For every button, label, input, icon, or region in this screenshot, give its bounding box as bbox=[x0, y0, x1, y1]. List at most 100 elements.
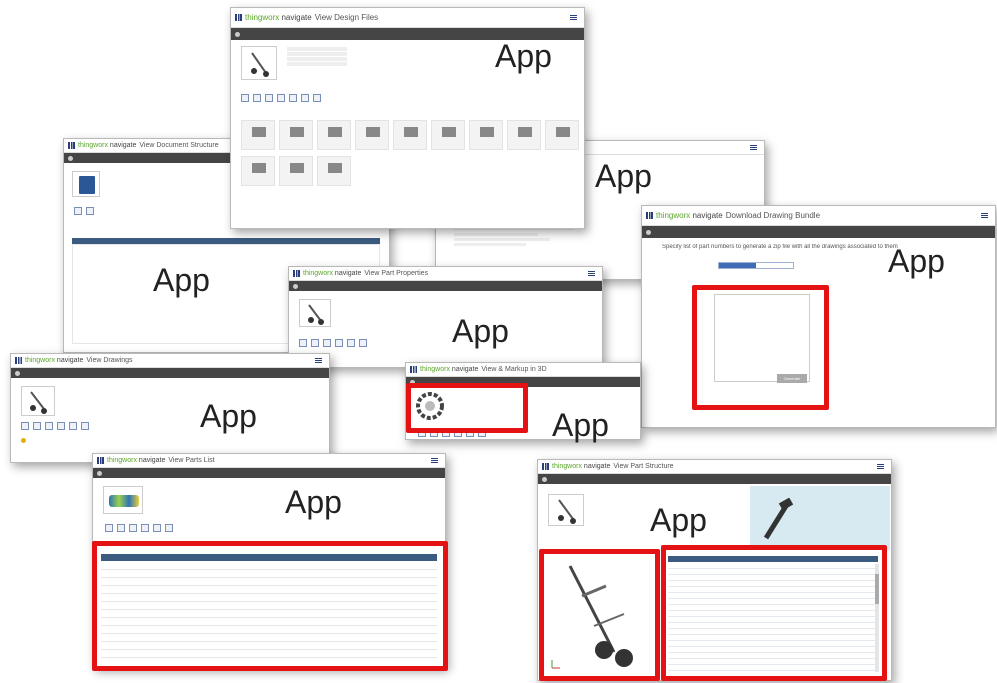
toolbar-icon[interactable] bbox=[311, 339, 319, 347]
app-label-drawings: App bbox=[200, 398, 257, 434]
highlight-structure-tree bbox=[661, 545, 887, 681]
back-bar[interactable] bbox=[93, 468, 445, 478]
toolbar-icon[interactable] bbox=[69, 422, 77, 430]
toolbar-icon[interactable] bbox=[33, 422, 41, 430]
structure-tree-rows bbox=[668, 563, 878, 673]
window-header: thingworx navigate View & Markup in 3D bbox=[406, 363, 640, 377]
search-by-toggle[interactable] bbox=[718, 262, 794, 269]
design-file-tile[interactable] bbox=[317, 156, 351, 186]
thingworx-logo-icon bbox=[235, 14, 242, 21]
brand-name: thingworx navigate bbox=[245, 13, 312, 22]
back-icon[interactable] bbox=[68, 155, 73, 161]
toolbar-icon[interactable] bbox=[323, 339, 331, 347]
bolt-icon bbox=[763, 498, 794, 540]
menu-icon[interactable] bbox=[315, 358, 322, 363]
part-thumbnail bbox=[21, 386, 55, 416]
selected-part-panel bbox=[750, 486, 890, 550]
toolbar-icon[interactable] bbox=[21, 422, 29, 430]
back-icon[interactable] bbox=[293, 283, 298, 289]
app-label-background: App bbox=[595, 158, 652, 194]
back-icon[interactable] bbox=[15, 370, 20, 376]
toolbar-icon[interactable] bbox=[313, 94, 321, 102]
brand-name: thingworx navigate bbox=[303, 270, 362, 277]
back-bar[interactable] bbox=[642, 226, 995, 238]
back-icon[interactable] bbox=[646, 229, 651, 235]
toolbar-icon[interactable] bbox=[141, 524, 149, 532]
back-icon[interactable] bbox=[97, 470, 102, 476]
highlight-3d-viewer bbox=[539, 549, 660, 681]
part-thumbnail bbox=[548, 494, 584, 526]
toolbar-icon[interactable] bbox=[74, 207, 82, 215]
toolbar-icon[interactable] bbox=[105, 524, 113, 532]
app-label-view-markup: App bbox=[552, 407, 609, 443]
part-properties-window: thingworx navigate View Part Properties bbox=[288, 266, 603, 368]
design-file-tile[interactable] bbox=[241, 120, 275, 150]
toolbar-icon[interactable] bbox=[265, 94, 273, 102]
drawing-link-icon[interactable] bbox=[21, 438, 26, 443]
toolbar-icon[interactable] bbox=[277, 94, 285, 102]
design-file-tile[interactable] bbox=[545, 120, 579, 150]
design-file-tile[interactable] bbox=[241, 156, 275, 186]
menu-icon[interactable] bbox=[588, 271, 595, 276]
thingworx-logo-icon bbox=[68, 142, 75, 149]
menu-icon[interactable] bbox=[877, 464, 884, 469]
toolbar-icon[interactable] bbox=[253, 94, 261, 102]
back-bar[interactable] bbox=[11, 368, 329, 378]
brand-name: thingworx navigate bbox=[552, 463, 611, 470]
highlight-part-numbers bbox=[692, 285, 829, 410]
word-document-thumbnail bbox=[72, 171, 100, 197]
thingworx-logo-icon bbox=[97, 457, 104, 464]
tree-scrollbar[interactable] bbox=[875, 564, 879, 672]
window-header: thingworx navigate View Design Files bbox=[231, 8, 584, 28]
toolbar-icon[interactable] bbox=[241, 94, 249, 102]
app-label-document-structure: App bbox=[153, 262, 210, 298]
window-title: Download Drawing Bundle bbox=[725, 211, 821, 220]
wheel-icon bbox=[416, 392, 444, 420]
toolbar-icon[interactable] bbox=[57, 422, 65, 430]
brand-name: thingworx navigate bbox=[107, 457, 166, 464]
design-file-tile[interactable] bbox=[317, 120, 351, 150]
design-file-tile[interactable] bbox=[507, 120, 541, 150]
thingworx-logo-icon bbox=[646, 212, 653, 219]
window-title: View Parts List bbox=[168, 457, 215, 464]
window-title: View Design Files bbox=[314, 13, 379, 22]
toolbar-icon[interactable] bbox=[153, 524, 161, 532]
menu-icon[interactable] bbox=[570, 15, 577, 20]
design-file-tile[interactable] bbox=[393, 120, 427, 150]
design-file-tile[interactable] bbox=[279, 156, 313, 186]
toolbar-icon[interactable] bbox=[86, 207, 94, 215]
toolbar-icon[interactable] bbox=[117, 524, 125, 532]
assembly-icon bbox=[109, 495, 139, 507]
menu-icon[interactable] bbox=[431, 458, 438, 463]
toolbar-icon[interactable] bbox=[299, 339, 307, 347]
toolbar-icon[interactable] bbox=[289, 94, 297, 102]
design-file-tile[interactable] bbox=[355, 120, 389, 150]
design-file-tile[interactable] bbox=[469, 120, 503, 150]
app-label-parts-list: App bbox=[285, 484, 342, 520]
menu-icon[interactable] bbox=[981, 213, 988, 218]
menu-icon[interactable] bbox=[750, 145, 757, 150]
toolbar-icon[interactable] bbox=[129, 524, 137, 532]
app-label-drawing-bundle: App bbox=[888, 243, 945, 279]
toolbar-icon[interactable] bbox=[165, 524, 173, 532]
trolley-3d-model-icon bbox=[551, 565, 633, 669]
brand-name: thingworx navigate bbox=[420, 366, 479, 373]
back-bar[interactable] bbox=[538, 474, 891, 484]
design-file-tile[interactable] bbox=[431, 120, 465, 150]
back-bar[interactable] bbox=[289, 281, 602, 291]
window-header: thingworx navigate View Part Structure bbox=[538, 460, 891, 474]
toolbar-icon[interactable] bbox=[347, 339, 355, 347]
design-file-tile[interactable] bbox=[279, 120, 313, 150]
thingworx-logo-icon bbox=[15, 357, 22, 364]
toolbar-icon[interactable] bbox=[81, 422, 89, 430]
window-header: thingworx navigate View Part Properties bbox=[289, 267, 602, 281]
toolbar-icon[interactable] bbox=[335, 339, 343, 347]
app-label-design-files: App bbox=[495, 38, 552, 74]
toolbar-icon[interactable] bbox=[301, 94, 309, 102]
back-icon[interactable] bbox=[542, 476, 547, 482]
back-icon[interactable] bbox=[235, 31, 240, 37]
app-label-part-structure: App bbox=[650, 502, 707, 538]
brand-name: thingworx navigate bbox=[656, 211, 723, 220]
toolbar-icon[interactable] bbox=[359, 339, 367, 347]
toolbar-icon[interactable] bbox=[45, 422, 53, 430]
